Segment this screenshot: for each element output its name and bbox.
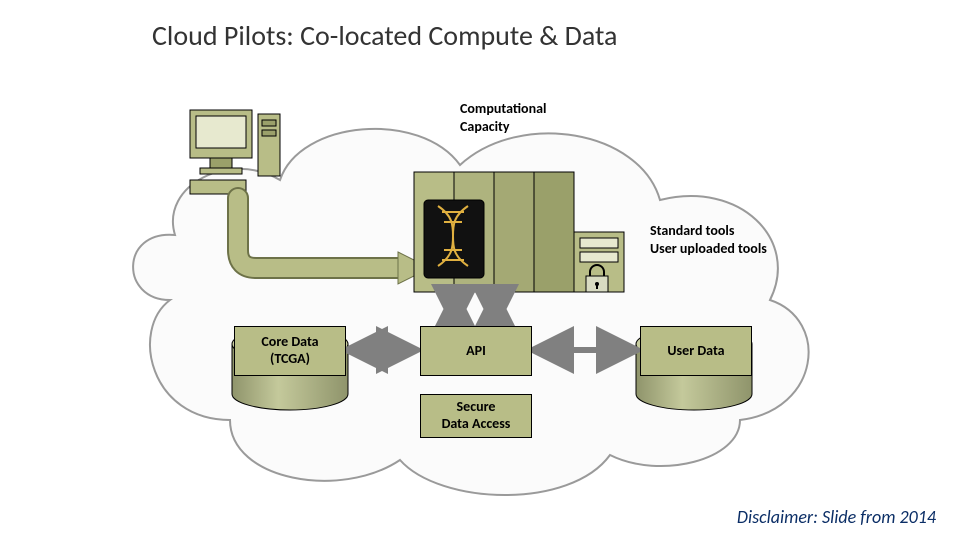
- tools-label: Standard tools User uploaded tools: [650, 222, 767, 257]
- core-data-box: Core Data (TCGA): [234, 326, 346, 376]
- disclaimer-text: Disclaimer: Slide from 2014: [737, 506, 936, 528]
- diagram-canvas: [0, 0, 960, 540]
- api-box: API: [420, 326, 532, 376]
- user-data-box: User Data: [640, 326, 752, 376]
- computational-capacity-label: Computational Capacity: [460, 100, 546, 135]
- secure-access-box: Secure Data Access: [420, 394, 532, 438]
